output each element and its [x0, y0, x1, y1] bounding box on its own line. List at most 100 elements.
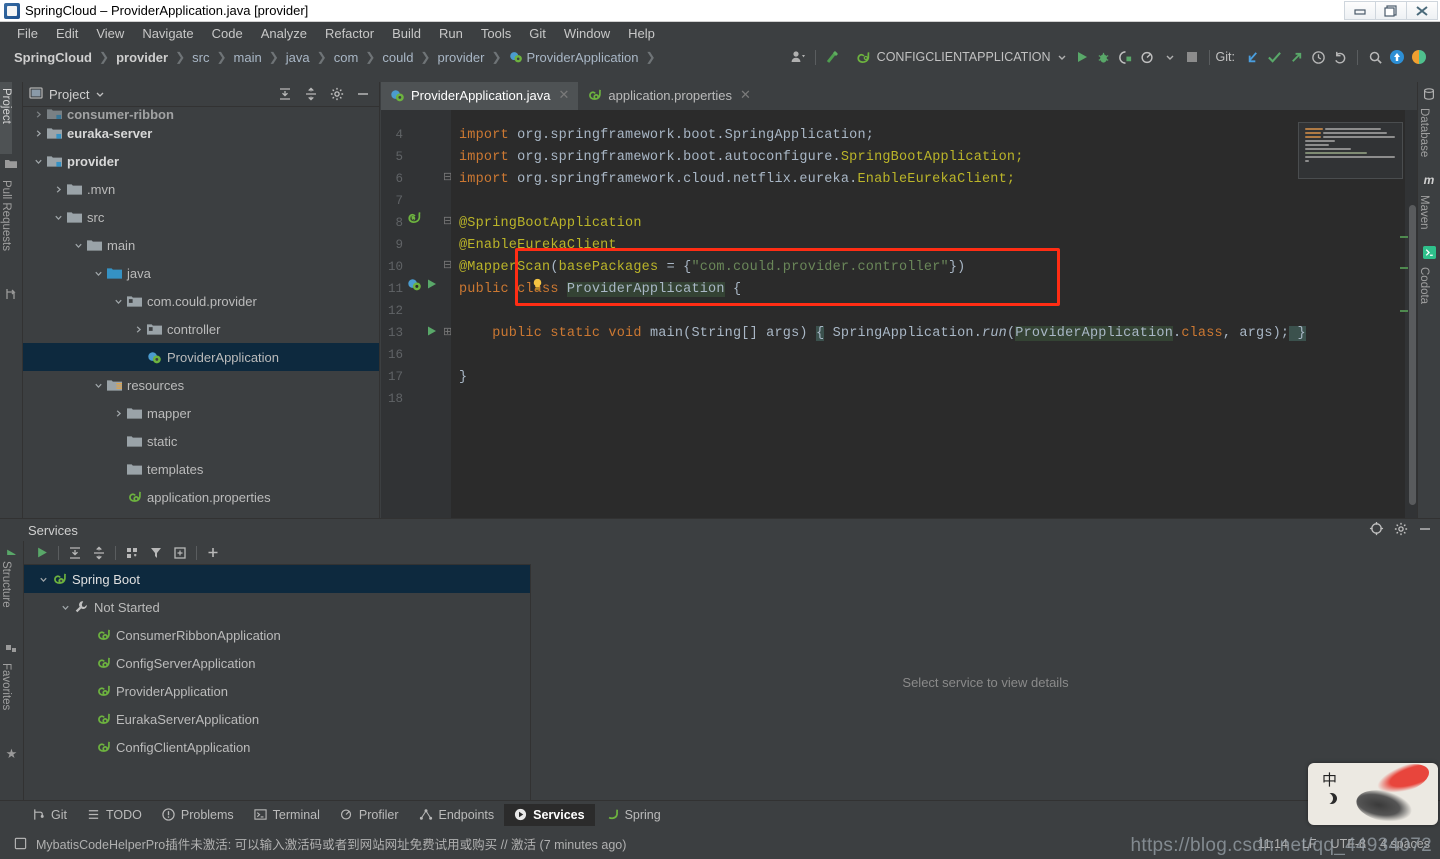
spring-config-gutter-icon[interactable] — [407, 277, 422, 295]
services-node[interactable]: EurakaServerApplication — [24, 705, 530, 733]
chevron-right-icon[interactable] — [31, 110, 45, 119]
editor-tabs[interactable]: ProviderApplication.java ✕ application.pro… — [381, 82, 1417, 110]
expand-all-icon[interactable] — [63, 542, 87, 564]
tool-window-tab-spring[interactable]: Spring — [595, 804, 671, 826]
layout-icon[interactable] — [168, 542, 192, 564]
code-line[interactable]: import org.springframework.boot.SpringAp… — [459, 128, 874, 143]
breadcrumb-item-springcloud[interactable]: SpringCloud — [12, 50, 94, 65]
build-hammer-icon[interactable] — [822, 46, 844, 68]
breadcrumb-item-provider[interactable]: provider — [435, 50, 486, 65]
menu-item-git[interactable]: Git — [520, 24, 555, 43]
status-bar-right[interactable]: 11:14 LF UTF-8 4 spaces — [1258, 837, 1430, 851]
tree-node[interactable]: mapper — [23, 399, 379, 427]
menu-item-run[interactable]: Run — [430, 24, 472, 43]
code-line[interactable]: @EnableEurekaClient — [459, 238, 617, 253]
tree-node[interactable]: euraka-server — [23, 119, 379, 147]
tool-window-tab-terminal[interactable]: Terminal — [244, 804, 330, 826]
editor-vertical-scrollbar[interactable] — [1409, 205, 1416, 505]
breadcrumb-item-provider[interactable]: provider — [114, 50, 170, 65]
tool-window-button-maven[interactable]: Maven — [1418, 189, 1430, 236]
user-icon[interactable] — [787, 46, 809, 68]
chevron-down-icon[interactable] — [58, 603, 72, 612]
tree-node[interactable]: .mvn — [23, 175, 379, 203]
breadcrumb[interactable]: SpringCloud ❯ provider ❯ src ❯ main ❯ java ❯ com ❯ c… — [12, 50, 661, 65]
chevron-down-icon[interactable] — [71, 241, 85, 250]
minimize-button[interactable] — [1344, 1, 1376, 20]
tree-node[interactable]: static — [23, 427, 379, 455]
services-node-selected[interactable]: Spring Boot — [24, 565, 530, 593]
close-button[interactable] — [1406, 1, 1438, 20]
chevron-down-icon[interactable] — [31, 157, 45, 166]
maximize-button[interactable] — [1375, 1, 1407, 20]
window-controls[interactable] — [1344, 1, 1438, 20]
ide-logo-icon[interactable] — [1408, 46, 1430, 68]
code-line[interactable]: @MapperScan(basePackages = {"com.could.p… — [459, 260, 965, 275]
group-icon[interactable] — [120, 542, 144, 564]
collapse-all-icon[interactable] — [301, 84, 321, 104]
menu-item-view[interactable]: View — [87, 24, 133, 43]
hide-panel-icon[interactable] — [353, 84, 373, 104]
caret-position[interactable]: 11:14 — [1258, 837, 1288, 851]
chevron-down-icon[interactable] — [51, 213, 65, 222]
run-button[interactable] — [1071, 46, 1093, 68]
codota-upload-icon[interactable] — [1386, 46, 1408, 68]
chevron-down-icon[interactable] — [111, 297, 125, 306]
intention-bulb-icon[interactable] — [531, 278, 544, 294]
close-icon[interactable]: ✕ — [740, 87, 751, 103]
chevron-down-icon[interactable] — [1159, 46, 1181, 68]
tree-node[interactable]: consumer-ribbon — [23, 109, 379, 119]
tree-node[interactable]: main — [23, 231, 379, 259]
tree-node-selected[interactable]: ProviderApplication — [23, 343, 379, 371]
chevron-down-icon[interactable] — [36, 575, 50, 584]
code-line[interactable]: import org.springframework.boot.autoconf… — [459, 150, 1024, 165]
run-icon[interactable] — [30, 542, 54, 564]
breadcrumb-item-could[interactable]: could — [380, 50, 415, 65]
tree-node[interactable]: provider — [23, 147, 379, 175]
breadcrumb-item-main[interactable]: main — [232, 50, 264, 65]
expand-all-icon[interactable] — [275, 84, 295, 104]
tool-window-tab-services[interactable]: Services — [504, 803, 595, 826]
menu-item-code[interactable]: Code — [203, 24, 252, 43]
encoding[interactable]: UTF-8 — [1331, 837, 1366, 851]
gear-icon[interactable] — [1394, 522, 1408, 539]
tree-node[interactable]: com.could.provider — [23, 287, 379, 315]
tool-window-button-pull-requests[interactable]: Pull Requests — [0, 174, 12, 284]
tree-node[interactable]: application.properties — [23, 483, 379, 511]
tree-node[interactable]: java — [23, 259, 379, 287]
close-icon[interactable]: ✕ — [558, 87, 569, 103]
tool-window-tab-problems[interactable]: Problems — [152, 804, 244, 826]
main-toolbar[interactable]: CONFIGCLIENTAPPLICATION Git: — [787, 44, 1430, 70]
add-icon[interactable] — [201, 542, 225, 564]
chevron-right-icon[interactable] — [131, 325, 145, 334]
git-commit-icon[interactable] — [1263, 46, 1285, 68]
stop-button[interactable] — [1181, 46, 1203, 68]
run-method-gutter-icon[interactable] — [426, 325, 438, 340]
services-node[interactable]: ProviderApplication — [24, 677, 530, 705]
services-node[interactable]: Not Started — [24, 593, 530, 621]
services-tree[interactable]: Spring Boot Not Started ConsumerRibbonAppl… — [24, 565, 531, 800]
chevron-down-icon[interactable] — [91, 381, 105, 390]
code-line[interactable]: } — [459, 370, 467, 385]
tool-window-button-project[interactable]: Project — [0, 82, 12, 154]
tree-node[interactable]: src — [23, 203, 379, 231]
hide-panel-icon[interactable] — [1418, 522, 1432, 539]
tool-window-bar[interactable]: Git TODO Problems Terminal Profiler Endpoints… — [0, 800, 1440, 828]
breadcrumb-item-providerapplication[interactable]: ProviderApplication — [507, 50, 641, 65]
chevron-right-icon[interactable] — [51, 185, 65, 194]
menu-item-analyze[interactable]: Analyze — [252, 24, 316, 43]
breadcrumb-item-com[interactable]: com — [332, 50, 361, 65]
menu-item-edit[interactable]: Edit — [47, 24, 87, 43]
filter-icon[interactable] — [144, 542, 168, 564]
tool-window-button-database[interactable]: Database — [1418, 102, 1430, 163]
indent-setting[interactable]: 4 spaces — [1380, 837, 1430, 851]
chevron-right-icon[interactable] — [111, 409, 125, 418]
git-history-icon[interactable] — [1307, 46, 1329, 68]
ime-mode-indicator[interactable]: 中 — [1322, 769, 1337, 790]
tool-window-tab-endpoints[interactable]: Endpoints — [409, 804, 505, 826]
services-node[interactable]: ConsumerRibbonApplication — [24, 621, 530, 649]
status-message[interactable]: MybatisCodeHelperPro插件未激活: 可以输入激活码或者到网站网… — [36, 834, 626, 853]
debug-button[interactable] — [1093, 46, 1115, 68]
collapse-all-icon[interactable] — [87, 542, 111, 564]
tool-window-tab-profiler[interactable]: Profiler — [330, 804, 409, 826]
notification-icon[interactable] — [14, 837, 27, 850]
